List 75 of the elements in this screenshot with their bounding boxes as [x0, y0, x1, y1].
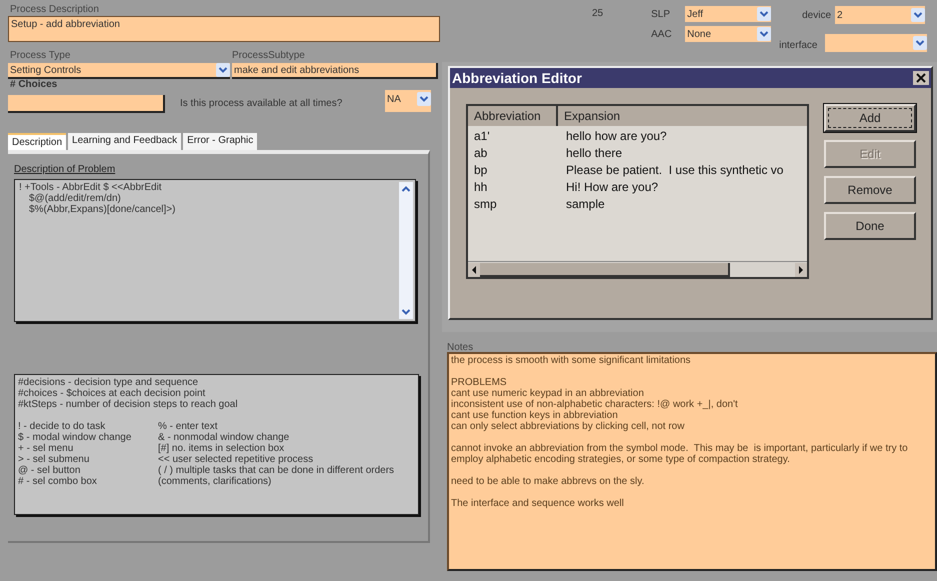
- text-line: cannot invoke an abbreviation from the symbol mode. This may be is important, particularly if we try to employ alphabetic encoding strategies, or some type of compaction strategy.: [451, 443, 909, 465]
- close-icon[interactable]: [913, 71, 929, 85]
- legend-line: # - sel combo box: [18, 476, 97, 487]
- combo-box[interactable]: None: [685, 26, 772, 42]
- table-cell-text: hello how are you?: [565, 128, 667, 145]
- field-label: AAC: [651, 28, 672, 42]
- combo-box[interactable]: 2: [835, 6, 926, 24]
- abbreviation-list[interactable]: Abbreviation Expansion a1' hello how are you? ab hello there bp Please be patient. I use this synthetic vo hh Hi! How are you? smp sample: [466, 104, 809, 279]
- field-label: SLP: [651, 8, 670, 22]
- table-cell-text: bp: [473, 162, 488, 179]
- column-header[interactable]: Expansion: [558, 106, 807, 126]
- notes-field[interactable]: [447, 352, 937, 571]
- scroll-left-icon[interactable]: [468, 262, 480, 276]
- legend-line: (comments, clarifications): [158, 476, 272, 487]
- legend-line: ! - decide to do task: [18, 421, 106, 432]
- dialog-button[interactable]: Remove: [824, 176, 916, 204]
- table-cell-text: ab: [473, 145, 488, 162]
- choices-field[interactable]: [8, 95, 165, 113]
- text-line: can only select abbreviations by clicking cell, not row: [451, 421, 684, 432]
- column-header[interactable]: Abbreviation: [468, 106, 558, 126]
- problem-text-area[interactable]: ! +Tools - AbbrEdit $ <<AbbrEdit $@(add/edit/rem/dn) $%(Abbr,Expans)[done/cancel]>): [14, 179, 416, 322]
- text-line: PROBLEMS: [451, 377, 507, 388]
- field-label: Process Type: [9, 50, 72, 62]
- table-cell-text: sample: [565, 196, 605, 213]
- tab[interactable]: Description: [8, 133, 66, 150]
- subtype-field[interactable]: make and edit abbreviations: [232, 63, 438, 79]
- scroll-right-icon[interactable]: [795, 262, 807, 276]
- legend-line: << user selected repetitive process: [158, 454, 314, 465]
- table-cell-text: a1': [473, 128, 491, 145]
- table-cell-text: hh: [473, 179, 488, 196]
- text-line: $@(add/edit/rem/dn): [28, 193, 121, 204]
- horizontal-scrollbar[interactable]: [468, 261, 807, 277]
- legend-line: % - enter text: [158, 421, 218, 432]
- dialog-button[interactable]: Done: [824, 212, 916, 240]
- legend-line: & - nonmodal window change: [158, 432, 290, 443]
- legend-line: #decisions - decision type and sequence: [18, 377, 198, 388]
- legend-line: ( / ) multiple tasks that can be done in different orders: [158, 465, 394, 476]
- table-cell-text: Please be patient. I use this synthetic vo: [565, 162, 784, 179]
- field-label: # Choices: [9, 79, 58, 90]
- field-label: interface: [779, 39, 818, 53]
- legend-line: > - sel submenu: [18, 454, 90, 465]
- text-line: $%(Abbr,Expans)[done/cancel]>): [28, 204, 176, 215]
- vertical-scrollbar[interactable]: [399, 182, 413, 319]
- field-label: ProcessSubtype: [232, 50, 305, 62]
- tab[interactable]: Learning and Feedback: [68, 133, 182, 150]
- question-text: Is this process available at all times?: [180, 97, 344, 111]
- legend-line: #choices - $choices at each decision point: [18, 388, 206, 399]
- text-line: cant use function keys in abbreviation: [451, 410, 618, 421]
- legend-line: [#] no. items in selection box: [158, 443, 284, 454]
- description-field[interactable]: Setup - add abbreviation: [8, 16, 440, 42]
- table-cell-text: hello there: [565, 145, 622, 162]
- dialog-title: Abbreviation Editor: [452, 68, 582, 88]
- legend-line: #ktSteps - number of decision steps to reach goal: [18, 399, 238, 410]
- field-label: Description of Problem: [14, 163, 116, 177]
- combo-box[interactable]: Setting Controls: [8, 63, 230, 79]
- field-label: Notes: [447, 341, 474, 352]
- table-cell-text: smp: [473, 196, 498, 213]
- combo-box[interactable]: NA: [385, 90, 431, 112]
- field-label: Process Description: [9, 3, 100, 16]
- text-line: cant use numeric keypad in an abbreviation: [451, 388, 644, 399]
- text-line: inconsistent use of non-alphabetic characters: !@ work +_|, don't: [451, 399, 738, 410]
- legend-line: $ - modal window change: [18, 432, 132, 443]
- table-cell-text: Hi! How are you?: [565, 179, 658, 196]
- legend-line: + - sel menu: [18, 443, 74, 454]
- text-line: the process is smooth with some significant limitations: [451, 355, 691, 366]
- text-line: need to be able to make abbrevs on the sly.: [451, 476, 644, 487]
- text-line: ! +Tools - AbbrEdit $ <<AbbrEdit: [19, 182, 162, 193]
- dialog-button[interactable]: Add: [824, 104, 916, 132]
- combo-box[interactable]: Jeff: [685, 6, 772, 22]
- record-number: 25: [592, 7, 604, 21]
- field-label: device: [802, 8, 832, 22]
- legend-line: @ - sel button: [18, 465, 80, 476]
- text-line: The interface and sequence works well: [451, 498, 624, 509]
- tab[interactable]: Error - Graphic: [183, 133, 258, 150]
- scroll-thumb[interactable]: [480, 262, 730, 276]
